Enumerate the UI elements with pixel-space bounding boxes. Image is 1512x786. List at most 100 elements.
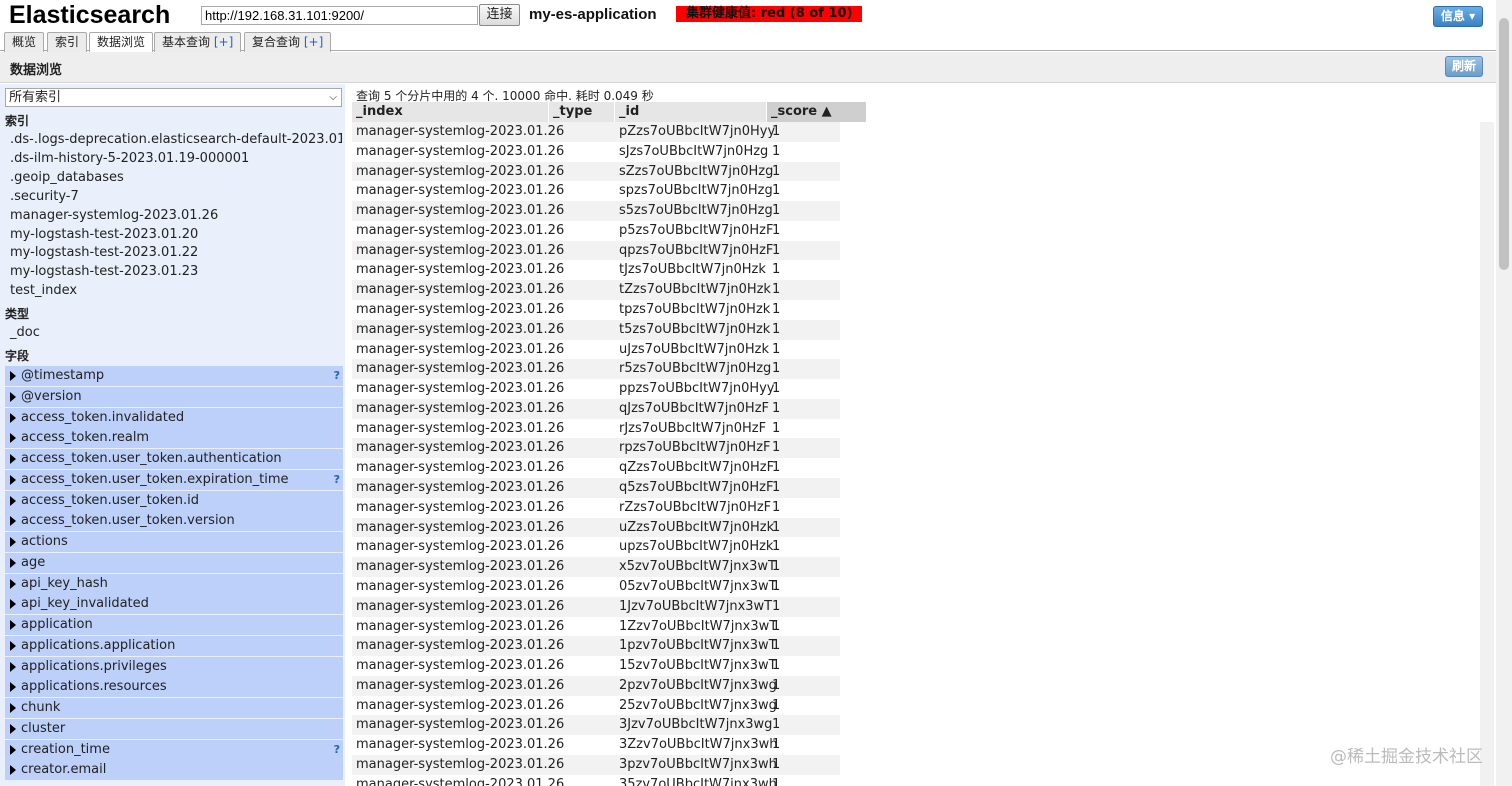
field-item[interactable]: creator.email: [5, 760, 343, 781]
help-icon[interactable]: ?: [334, 366, 340, 386]
table-row[interactable]: manager-systemlog-2023.01.26 pZzs7oUBbcIt…: [352, 122, 840, 142]
tab-plus[interactable]: [+]: [214, 35, 233, 49]
table-row[interactable]: manager-systemlog-2023.01.26 qJzs7oUBbcIt…: [352, 398, 840, 419]
refresh-button[interactable]: 刷新: [1445, 56, 1483, 77]
expand-triangle-icon[interactable]: [10, 433, 16, 444]
table-row[interactable]: manager-systemlog-2023.01.26 tpzs7oUBbcIt…: [352, 300, 840, 320]
table-row[interactable]: manager-systemlog-2023.01.26 1Jzv7oUBbcIt…: [352, 596, 840, 617]
expand-triangle-icon[interactable]: [10, 557, 16, 568]
tab-basic-query[interactable]: 基本查询 [+]: [154, 32, 242, 52]
expand-triangle-icon[interactable]: [10, 723, 16, 734]
field-item[interactable]: api_key_invalidated: [5, 594, 343, 615]
index-item[interactable]: manager-systemlog-2023.01.26: [5, 205, 342, 225]
table-row[interactable]: manager-systemlog-2023.01.26 t5zs7oUBbcIt…: [352, 319, 840, 340]
field-item[interactable]: access_token.user_token.id: [5, 490, 343, 511]
type-item[interactable]: _doc: [5, 323, 342, 342]
index-item[interactable]: .geoip_databases: [5, 167, 342, 187]
index-item[interactable]: .ds-ilm-history-5-2023.01.19-000001: [5, 148, 342, 168]
field-item[interactable]: age: [5, 552, 343, 573]
table-row[interactable]: manager-systemlog-2023.01.26 2pzv7oUBbcIt…: [352, 675, 840, 696]
table-row[interactable]: manager-systemlog-2023.01.26 3Zzv7oUBbcIt…: [352, 735, 840, 755]
tab-overview[interactable]: 概览: [4, 32, 45, 52]
field-item[interactable]: cluster: [5, 718, 343, 739]
table-row[interactable]: manager-systemlog-2023.01.26 r5zs7oUBbcIt…: [352, 359, 840, 380]
connect-button[interactable]: 连接: [479, 4, 520, 26]
table-row[interactable]: manager-systemlog-2023.01.26 rpzs7oUBbcIt…: [352, 438, 840, 459]
expand-triangle-icon[interactable]: [10, 599, 16, 610]
table-row[interactable]: manager-systemlog-2023.01.26 spzs7oUBbcIt…: [352, 181, 840, 201]
table-row[interactable]: manager-systemlog-2023.01.26 qpzs7oUBbcIt…: [352, 240, 840, 261]
tab-plus[interactable]: [+]: [304, 35, 323, 49]
tab-compound-query[interactable]: 复合查询 [+]: [244, 32, 332, 52]
info-dropdown-button[interactable]: 信息 ▾: [1433, 6, 1483, 27]
field-item[interactable]: application: [5, 615, 343, 635]
index-item[interactable]: my-logstash-test-2023.01.22: [5, 243, 342, 263]
expand-triangle-icon[interactable]: [10, 578, 16, 589]
expand-triangle-icon[interactable]: [10, 620, 16, 630]
table-row[interactable]: manager-systemlog-2023.01.26 ppzs7oUBbcIt…: [352, 379, 840, 399]
field-item[interactable]: chunk: [5, 698, 343, 718]
table-row[interactable]: manager-systemlog-2023.01.26 35zv7oUBbcIt…: [352, 775, 840, 786]
table-row[interactable]: manager-systemlog-2023.01.26 05zv7oUBbcIt…: [352, 577, 840, 597]
table-row[interactable]: manager-systemlog-2023.01.26 upzs7oUBbcIt…: [352, 537, 840, 557]
field-item[interactable]: applications.privileges: [5, 656, 343, 677]
page-scrollbar-thumb[interactable]: [1499, 18, 1509, 270]
table-row[interactable]: manager-systemlog-2023.01.26 p5zs7oUBbcIt…: [352, 221, 840, 241]
expand-triangle-icon[interactable]: [10, 765, 16, 776]
index-item[interactable]: my-logstash-test-2023.01.23: [5, 262, 342, 282]
table-row[interactable]: manager-systemlog-2023.01.26 3Jzv7oUBbcIt…: [352, 715, 840, 736]
tab-indices[interactable]: 索引: [47, 32, 88, 52]
expand-triangle-icon[interactable]: [10, 474, 16, 485]
field-item[interactable]: creation_time?: [5, 739, 343, 760]
table-row[interactable]: manager-systemlog-2023.01.26 3pzv7oUBbcIt…: [352, 754, 840, 775]
table-row[interactable]: manager-systemlog-2023.01.26 uZzs7oUBbcIt…: [352, 517, 840, 538]
column-header-score[interactable]: _score ▲: [767, 102, 867, 122]
index-select[interactable]: 所有索引 ⌵: [5, 88, 342, 107]
table-row[interactable]: manager-systemlog-2023.01.26 s5zs7oUBbcIt…: [352, 201, 840, 221]
expand-triangle-icon[interactable]: [10, 371, 16, 381]
field-item[interactable]: actions: [5, 532, 343, 552]
table-row[interactable]: manager-systemlog-2023.01.26 qZzs7oUBbcIt…: [352, 458, 840, 478]
expand-triangle-icon[interactable]: [10, 703, 16, 713]
field-item[interactable]: access_token.realm: [5, 428, 343, 449]
index-item[interactable]: .ds-.logs-deprecation.elasticsearch-defa…: [5, 130, 342, 149]
table-row[interactable]: manager-systemlog-2023.01.26 1pzv7oUBbcIt…: [352, 636, 840, 657]
field-item[interactable]: @timestamp?: [5, 366, 343, 386]
table-row[interactable]: manager-systemlog-2023.01.26 15zv7oUBbcIt…: [352, 656, 840, 676]
table-row[interactable]: manager-systemlog-2023.01.26 sJzs7oUBbcIt…: [352, 142, 840, 162]
field-item[interactable]: access_token.user_token.authentication: [5, 449, 343, 469]
expand-triangle-icon[interactable]: [10, 640, 16, 651]
expand-triangle-icon[interactable]: [10, 516, 16, 527]
index-item[interactable]: test_index: [5, 281, 342, 301]
expand-triangle-icon[interactable]: [10, 744, 16, 755]
expand-triangle-icon[interactable]: [10, 537, 16, 547]
help-icon[interactable]: ?: [334, 470, 340, 490]
field-item[interactable]: api_key_hash: [5, 573, 343, 594]
index-item[interactable]: .security-7: [5, 186, 342, 206]
table-row[interactable]: manager-systemlog-2023.01.26 sZzs7oUBbcIt…: [352, 161, 840, 182]
column-header-type[interactable]: _type: [549, 102, 615, 122]
table-row[interactable]: manager-systemlog-2023.01.26 rJzs7oUBbcIt…: [352, 419, 840, 439]
field-item[interactable]: access_token.user_token.expiration_time?: [5, 469, 343, 490]
index-item[interactable]: my-logstash-test-2023.01.20: [5, 224, 342, 244]
table-row[interactable]: manager-systemlog-2023.01.26 q5zs7oUBbcIt…: [352, 478, 840, 498]
table-row[interactable]: manager-systemlog-2023.01.26 x5zv7oUBbcIt…: [352, 557, 840, 577]
expand-triangle-icon[interactable]: [10, 661, 16, 672]
results-scrollbar[interactable]: [1480, 122, 1494, 786]
expand-triangle-icon[interactable]: [10, 412, 16, 423]
table-row[interactable]: manager-systemlog-2023.01.26 tJzs7oUBbcIt…: [352, 260, 840, 280]
table-row[interactable]: manager-systemlog-2023.01.26 rZzs7oUBbcIt…: [352, 498, 840, 518]
help-icon[interactable]: ?: [334, 740, 340, 760]
field-item[interactable]: applications.resources: [5, 677, 343, 698]
table-row[interactable]: manager-systemlog-2023.01.26 25zv7oUBbcIt…: [352, 696, 840, 716]
field-item[interactable]: access_token.invalidated: [5, 407, 343, 428]
table-row[interactable]: manager-systemlog-2023.01.26 uJzs7oUBbcIt…: [352, 340, 840, 360]
expand-triangle-icon[interactable]: [10, 391, 16, 402]
expand-triangle-icon[interactable]: [10, 682, 16, 693]
column-header-id[interactable]: _id: [615, 102, 767, 122]
cluster-url-input[interactable]: [201, 6, 478, 25]
column-header-index[interactable]: _index: [352, 102, 549, 122]
field-item[interactable]: access_token.user_token.version: [5, 511, 343, 532]
expand-triangle-icon[interactable]: [10, 454, 16, 464]
tab-data-browser[interactable]: 数据浏览: [89, 32, 154, 53]
